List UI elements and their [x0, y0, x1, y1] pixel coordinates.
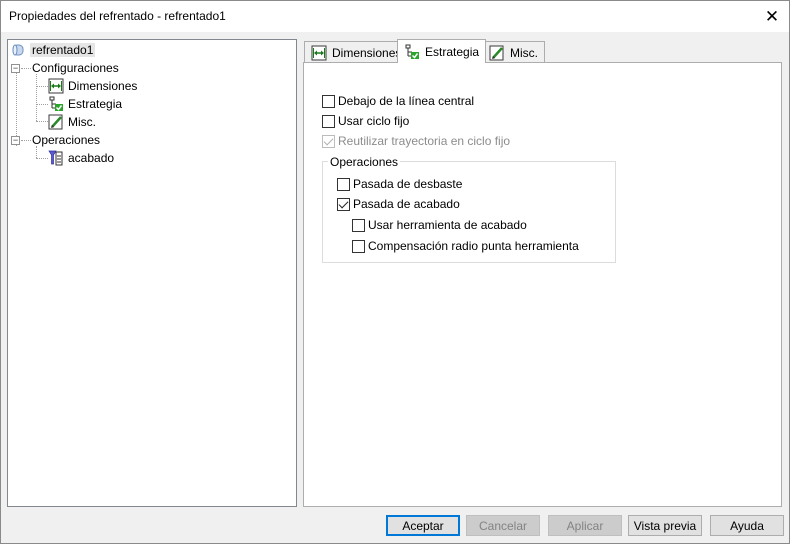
checkbox-box[interactable] [322, 114, 335, 128]
tree-operaciones-label: Operaciones [32, 133, 101, 147]
tab-misc[interactable]: Misc. [482, 41, 545, 63]
cylinder-icon [12, 44, 24, 56]
tree-item-dimensiones[interactable]: Dimensiones [48, 78, 137, 94]
tree-item-root[interactable]: refrentado1 [10, 42, 96, 58]
tab-dimensiones[interactable]: Dimensiones [304, 41, 409, 63]
tree-acabado-label: acabado [68, 151, 115, 165]
checkbox-box[interactable] [322, 94, 335, 108]
help-button[interactable]: Ayuda [710, 515, 784, 536]
strategy-icon [405, 44, 419, 59]
misc-edit-icon [489, 45, 504, 60]
use-finishing-tool-checkbox[interactable]: Usar herramienta de acabado [352, 217, 527, 233]
collapse-icon[interactable]: − [11, 135, 20, 145]
operation-icon [48, 150, 63, 166]
window-title: Propiedades del refrentado - refrentado1 [9, 9, 226, 23]
collapse-icon[interactable]: − [11, 63, 20, 73]
below-centerline-checkbox[interactable]: Debajo de la línea central [322, 93, 474, 109]
title-bar: Propiedades del refrentado - refrentado1… [1, 1, 789, 32]
tree-item-estrategia[interactable]: Estrategia [48, 96, 122, 112]
use-fixed-cycle-checkbox[interactable]: Usar ciclo fijo [322, 113, 409, 129]
tree-misc-label: Misc. [68, 115, 96, 129]
tree-dimensiones-label: Dimensiones [68, 79, 138, 93]
dimension-icon [311, 45, 327, 60]
close-icon[interactable]: ✕ [755, 1, 789, 32]
checkbox-box[interactable] [337, 177, 350, 191]
roughing-pass-label: Pasada de desbaste [353, 177, 463, 191]
properties-dialog: Propiedades del refrentado - refrentado1… [0, 0, 790, 544]
tree-estrategia-label: Estrategia [68, 97, 123, 111]
tree-item-operaciones[interactable]: − Operaciones [11, 132, 100, 148]
cancel-button: Cancelar [466, 515, 540, 536]
feature-tree[interactable]: refrentado1 − Configuraciones Dimensione… [7, 39, 297, 507]
dimension-icon [48, 78, 64, 94]
tab-dimensiones-label: Dimensiones [332, 45, 402, 60]
use-finishing-tool-label: Usar herramienta de acabado [368, 218, 527, 232]
reuse-path-label: Reutilizar trayectoria en ciclo fijo [338, 134, 511, 148]
tree-item-acabado[interactable]: acabado [48, 150, 114, 166]
tree-item-configuraciones[interactable]: − Configuraciones [11, 60, 119, 76]
tree-configuraciones-label: Configuraciones [32, 61, 119, 75]
misc-edit-icon [48, 114, 63, 130]
reuse-path-checkbox: Reutilizar trayectoria en ciclo fijo [322, 133, 510, 149]
tree-item-misc[interactable]: Misc. [48, 114, 96, 130]
accept-button[interactable]: Aceptar [386, 515, 460, 536]
tree-root-label: refrentado1 [30, 43, 96, 57]
checkbox-box[interactable] [337, 197, 350, 211]
apply-button: Aplicar [548, 515, 622, 536]
roughing-pass-checkbox[interactable]: Pasada de desbaste [337, 176, 462, 192]
checkbox-box [322, 134, 335, 148]
tab-misc-label: Misc. [510, 45, 538, 60]
tab-estrategia[interactable]: Estrategia [397, 39, 487, 63]
finishing-pass-checkbox[interactable]: Pasada de acabado [337, 196, 460, 212]
operations-group-label: Operaciones [328, 155, 401, 169]
tool-radius-comp-label: Compensación radio punta herramienta [368, 239, 579, 253]
below-centerline-label: Debajo de la línea central [338, 94, 475, 108]
tool-radius-comp-checkbox[interactable]: Compensación radio punta herramienta [352, 238, 579, 254]
finishing-pass-label: Pasada de acabado [353, 197, 460, 211]
checkbox-box[interactable] [352, 218, 365, 232]
checkbox-box[interactable] [352, 239, 365, 253]
use-fixed-cycle-label: Usar ciclo fijo [338, 114, 410, 128]
preview-button[interactable]: Vista previa [628, 515, 702, 536]
strategy-icon [49, 96, 63, 111]
tab-estrategia-label: Estrategia [425, 44, 480, 59]
